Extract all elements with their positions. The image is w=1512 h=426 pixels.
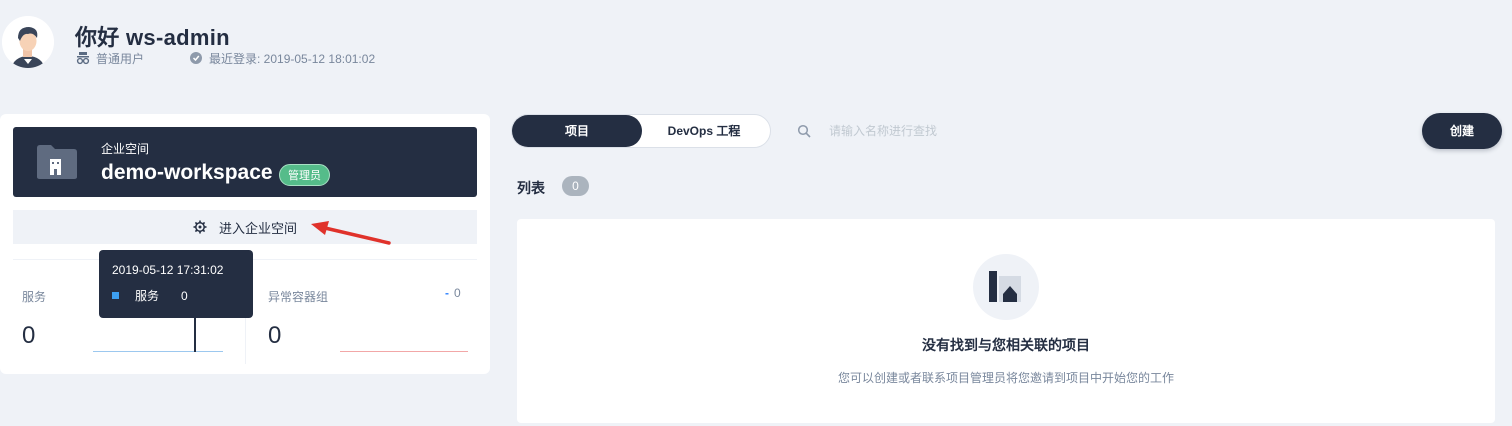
tooltip-time: 2019-05-12 17:31:02 [112,263,224,277]
enter-workspace-label: 进入企业空间 [218,220,297,236]
abnormal-pods-delta: -0 [445,286,461,300]
search-icon [797,124,811,138]
list-title: 列表 [517,180,545,196]
abnormal-pods-delta-value: 0 [454,286,461,300]
services-stat-label: 服务 [22,290,47,304]
chart-tooltip: 2019-05-12 17:31:02 服务 0 [99,250,253,318]
search-bar [783,114,1417,148]
services-sparkline [93,351,223,352]
clock-icon [190,52,203,64]
abnormal-pods-sparkline [340,351,468,352]
user-role-icon [76,52,90,65]
empty-project-icon [973,254,1039,320]
tab-devops[interactable]: DevOps 工程 [642,115,766,147]
list-count-badge: 0 [562,176,589,196]
abnormal-pods-stat-value: 0 [268,322,282,349]
user-role: 普通用户 [96,51,145,66]
tooltip-row: 服务 0 [112,287,240,304]
workspace-label: 企业空间 [101,142,150,156]
abnormal-pods-stat-label: 异常容器组 [268,290,329,304]
avatar-illustration [2,16,54,68]
workspace-icon [37,145,77,179]
services-stat-value: 0 [22,322,36,349]
empty-state-card: 没有找到与您相关联的项目 您可以创建或者联系项目管理员将您邀请到项目中开始您的工… [517,219,1495,423]
last-login: 最近登录: 2019-05-12 18:01:02 [209,51,376,66]
project-tabs: 项目 DevOps 工程 [511,114,771,148]
empty-state-description: 您可以创建或者联系项目管理员将您邀请到项目中开始您的工作 [837,371,1174,385]
workspace-card: 企业空间 demo-workspace 管理员 进入企业空间 服务 0 异常容器… [0,114,490,374]
user-avatar [2,16,54,68]
chart-cursor-line [194,314,196,352]
workspace-name: demo-workspace [101,161,273,184]
tooltip-series-swatch [112,292,119,299]
empty-state-title: 没有找到与您相关联的项目 [922,337,1090,353]
admin-role-badge: 管理员 [279,164,330,186]
workspace-banner[interactable]: 企业空间 demo-workspace 管理员 [13,127,477,197]
red-arrow-annotation [311,221,391,245]
greeting-title: 你好 ws-admin [75,25,230,50]
user-meta: 普通用户 最近登录: 2019-05-12 18:01:02 [76,50,375,66]
search-input[interactable] [829,124,1389,138]
create-button[interactable]: 创建 [1422,113,1502,149]
tab-projects[interactable]: 项目 [512,115,642,147]
enter-workspace-button[interactable]: 进入企业空间 [13,210,477,244]
tooltip-series-value: 0 [181,288,188,303]
gear-icon [193,220,207,234]
tooltip-series-name: 服务 [135,289,160,303]
